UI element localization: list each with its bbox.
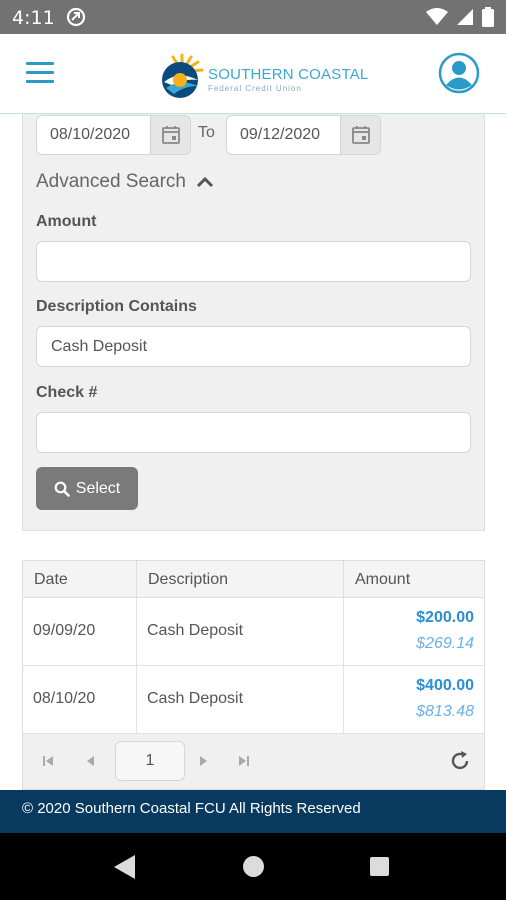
column-header-date[interactable]: Date bbox=[23, 561, 137, 597]
check-number-label: Check # bbox=[36, 384, 98, 401]
advanced-search-toggle[interactable]: Advanced Search bbox=[36, 171, 214, 193]
next-page-icon[interactable] bbox=[189, 743, 219, 779]
footer-copyright: © 2020 Southern Coastal FCU All Rights R… bbox=[0, 790, 506, 833]
at-sign-icon bbox=[66, 7, 86, 27]
advanced-search-label: Advanced Search bbox=[36, 171, 186, 192]
previous-page-icon[interactable] bbox=[75, 743, 105, 779]
first-page-icon[interactable] bbox=[33, 743, 63, 779]
table-pager: 1 bbox=[22, 734, 485, 790]
status-time: 4:11 bbox=[12, 7, 55, 29]
profile-icon[interactable] bbox=[438, 52, 480, 94]
calendar-icon[interactable] bbox=[150, 116, 190, 154]
to-label: To bbox=[198, 124, 215, 141]
status-bar: 4:11 bbox=[0, 0, 506, 34]
amount-input[interactable] bbox=[36, 241, 471, 282]
home-icon[interactable] bbox=[243, 856, 264, 877]
amount-label: Amount bbox=[36, 213, 97, 230]
calendar-icon[interactable] bbox=[340, 116, 380, 154]
brand-name: SOUTHERN COASTAL bbox=[208, 66, 369, 83]
signal-icon bbox=[457, 9, 473, 25]
wifi-icon bbox=[426, 8, 448, 25]
back-icon[interactable] bbox=[114, 855, 135, 879]
search-icon bbox=[54, 481, 70, 497]
description-input[interactable] bbox=[36, 326, 471, 367]
battery-icon bbox=[482, 7, 494, 27]
date-from-value: 08/10/2020 bbox=[50, 126, 131, 143]
date-to-field[interactable]: 09/12/2020 bbox=[226, 115, 381, 155]
column-header-amount[interactable]: Amount bbox=[344, 561, 484, 597]
refresh-icon[interactable] bbox=[448, 749, 472, 773]
row-amount: $200.00 bbox=[416, 609, 474, 626]
check-number-input[interactable] bbox=[36, 412, 471, 453]
select-button-label: Select bbox=[75, 479, 121, 497]
row-date: 09/09/20 bbox=[33, 622, 96, 639]
description-label: Description Contains bbox=[36, 298, 197, 315]
table-row[interactable]: 09/09/20 Cash Deposit $200.00 $269.14 bbox=[23, 598, 484, 666]
chevron-up-icon bbox=[196, 176, 214, 188]
transactions-table: Date Description Amount 09/09/20 Cash De… bbox=[22, 560, 485, 735]
row-balance: $813.48 bbox=[416, 703, 474, 720]
page-number[interactable]: 1 bbox=[115, 741, 185, 781]
date-from-field[interactable]: 08/10/2020 bbox=[36, 115, 191, 155]
date-to-value: 09/12/2020 bbox=[240, 126, 321, 143]
table-row[interactable]: 08/10/20 Cash Deposit $400.00 $813.48 bbox=[23, 666, 484, 734]
row-amount: $400.00 bbox=[416, 677, 474, 694]
row-balance: $269.14 bbox=[416, 635, 474, 652]
logo-sun-icon bbox=[162, 53, 204, 98]
recent-apps-icon[interactable] bbox=[370, 857, 389, 876]
brand-logo: SOUTHERN COASTAL Federal Credit Union bbox=[158, 50, 368, 100]
app-header: SOUTHERN COASTAL Federal Credit Union bbox=[0, 34, 506, 114]
table-header: Date Description Amount bbox=[23, 561, 484, 598]
row-date: 08/10/20 bbox=[33, 690, 96, 707]
select-button[interactable]: Select bbox=[36, 467, 138, 510]
status-icons bbox=[426, 7, 494, 27]
brand-subtitle: Federal Credit Union bbox=[208, 84, 302, 93]
row-description: Cash Deposit bbox=[147, 690, 244, 707]
last-page-icon[interactable] bbox=[229, 743, 259, 779]
column-header-description[interactable]: Description bbox=[137, 561, 344, 597]
row-description: Cash Deposit bbox=[147, 622, 244, 639]
menu-icon[interactable] bbox=[26, 62, 54, 84]
system-nav-bar bbox=[0, 833, 506, 900]
